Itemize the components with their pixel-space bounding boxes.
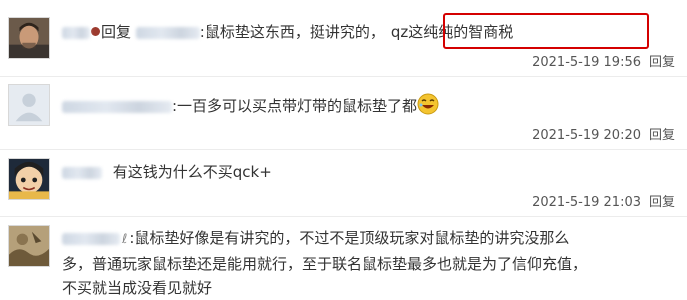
comment-meta: 2021-5-19 19:56 回复 [532,51,675,70]
username-blurred[interactable] [62,166,102,179]
username-blurred[interactable] [62,26,90,39]
comment-text: 有这钱为什么不买qck+ [112,163,272,181]
comment-line: :一百多可以买点带灯带的鼠标垫了都 [62,93,439,117]
divider [0,149,687,150]
reply-button[interactable]: 回复 [649,195,675,210]
divider [0,216,687,217]
comment-line-3: 不买就当成没看见就好 [62,279,213,297]
reply-button[interactable]: 回复 [649,128,675,143]
replied-username-blurred[interactable] [135,26,200,39]
quoted-text: :鼠标垫这东西，挺讲究的， [199,23,385,41]
comment-line-1: ℓ:鼠标垫好像是有讲究的，不过不是顶级玩家对鼠标垫的讲究没那么 [62,226,662,252]
comment-line: 有这钱为什么不买qck+ [62,161,272,183]
laughing-face-icon [417,93,439,115]
avatar[interactable] [8,225,50,267]
username-blurred[interactable] [62,232,120,245]
reply-word: 回复 [101,23,132,41]
username-blurred[interactable] [62,100,172,113]
comment-text-line: :鼠标垫好像是有讲究的，不过不是顶级玩家对鼠标垫的讲究没那么 [129,229,570,247]
timestamp: 2021-5-19 20:20 [532,128,641,143]
timestamp: 2021-5-19 21:03 [532,195,641,210]
comment-meta: 2021-5-19 20:20 回复 [532,124,675,143]
divider [0,76,687,77]
highlight-box [443,13,649,49]
timestamp: 2021-5-19 19:56 [532,55,641,70]
badge-icon [91,27,100,36]
avatar[interactable] [8,84,50,126]
comment-text-block: ℓ:鼠标垫好像是有讲究的，不过不是顶级玩家对鼠标垫的讲究没那么 多，普通玩家鼠标… [62,226,662,300]
comment-meta: 2021-5-19 21:03 回复 [532,191,675,210]
avatar[interactable] [8,17,50,59]
signature-icon: ℓ [122,232,128,247]
comment-line-2: 多，普通玩家鼠标垫还是能用就行，至于联名鼠标垫最多也就是为了信仰充值， [62,255,588,273]
reply-button[interactable]: 回复 [649,55,675,70]
comment-text: :一百多可以买点带灯带的鼠标垫了都 [172,97,418,115]
avatar[interactable] [8,158,50,200]
